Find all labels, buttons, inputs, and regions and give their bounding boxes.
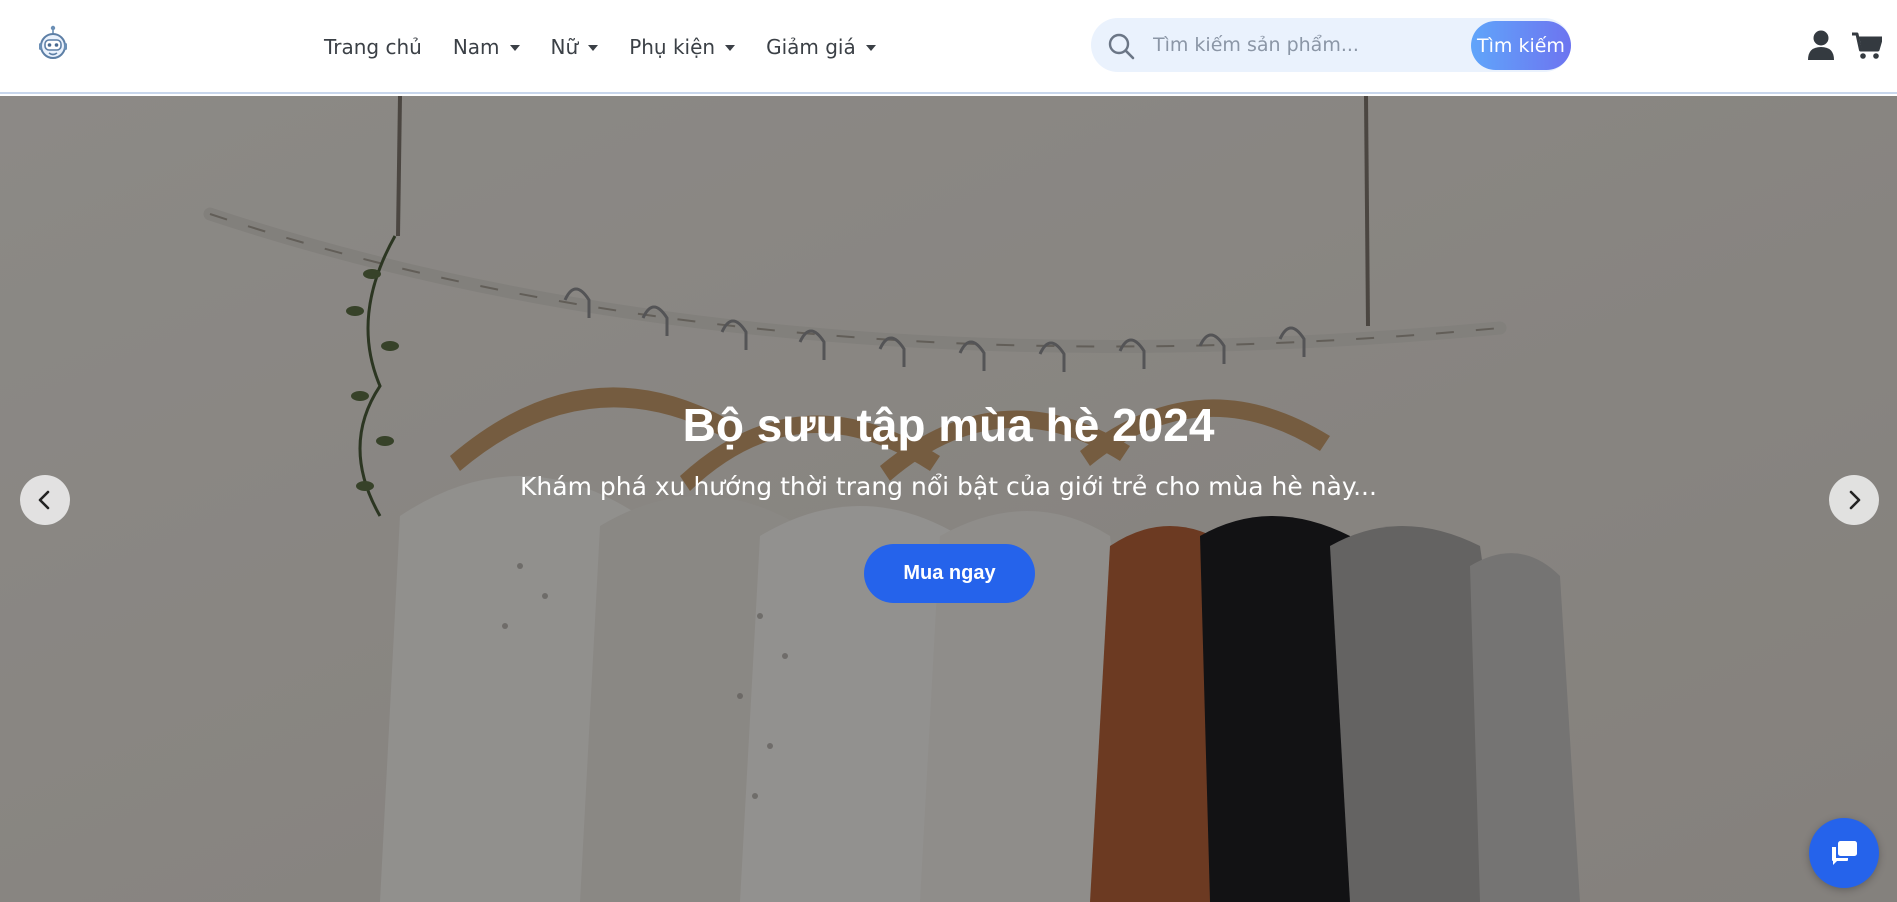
nav-item-men[interactable]: Nam bbox=[453, 35, 520, 59]
nav-item-sale[interactable]: Giảm giá bbox=[766, 35, 876, 59]
hero-carousel: Bộ sưu tập mùa hè 2024 Khám phá xu hướng… bbox=[0, 96, 1897, 902]
site-header: Trang chủ Nam Nữ Phụ kiện Giảm giá Tìm k… bbox=[0, 0, 1897, 94]
search-icon bbox=[1108, 33, 1135, 60]
main-nav: Trang chủ Nam Nữ Phụ kiện Giảm giá bbox=[324, 0, 907, 94]
carousel-prev-button[interactable] bbox=[20, 475, 70, 525]
search-input[interactable] bbox=[1153, 27, 1453, 63]
caret-down-icon bbox=[865, 45, 876, 51]
chat-icon bbox=[1832, 841, 1857, 865]
shop-now-button[interactable]: Mua ngay bbox=[864, 544, 1035, 603]
nav-item-label: Nữ bbox=[550, 35, 579, 59]
nav-item-label: Nam bbox=[452, 35, 500, 59]
nav-item-label: Trang chủ bbox=[324, 35, 422, 59]
nav-item-label: Phụ kiện bbox=[629, 35, 716, 59]
nav-item-accessories[interactable]: Phụ kiện bbox=[629, 35, 736, 59]
search-button[interactable]: Tìm kiếm bbox=[1471, 21, 1571, 70]
hero-subtitle: Khám phá xu hướng thời trang nổi bật của… bbox=[520, 472, 1377, 501]
chat-button[interactable] bbox=[1809, 818, 1879, 888]
robot-logo-icon[interactable] bbox=[37, 24, 69, 64]
caret-down-icon bbox=[588, 45, 599, 51]
cart-icon[interactable] bbox=[1852, 32, 1882, 60]
nav-item-home[interactable]: Trang chủ bbox=[324, 35, 422, 59]
chevron-right-icon bbox=[1849, 490, 1861, 510]
chevron-left-icon bbox=[38, 490, 50, 510]
nav-item-women[interactable]: Nữ bbox=[551, 35, 599, 59]
caret-down-icon bbox=[509, 45, 520, 51]
caret-down-icon bbox=[725, 45, 736, 51]
hero-title: Bộ sưu tập mùa hè 2024 bbox=[682, 399, 1215, 451]
carousel-next-button[interactable] bbox=[1829, 475, 1879, 525]
nav-item-label: Giảm giá bbox=[766, 35, 856, 59]
user-icon[interactable] bbox=[1808, 30, 1834, 60]
